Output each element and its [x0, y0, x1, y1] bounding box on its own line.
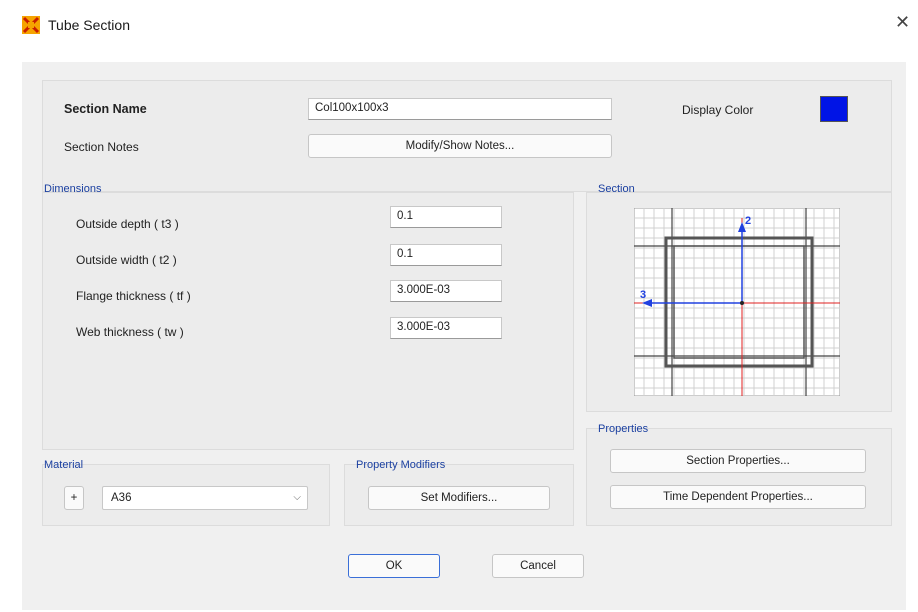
- properties-group-label: Properties: [598, 423, 649, 435]
- display-color-swatch[interactable]: [820, 96, 848, 122]
- section-drawing: 2 3: [634, 208, 840, 396]
- time-dependent-properties-button[interactable]: Time Dependent Properties...: [610, 485, 866, 509]
- outside-width-input[interactable]: 0.1: [390, 244, 502, 266]
- dialog-body: Section Name Col100x100x3 Display Color …: [22, 62, 906, 610]
- section-name-label: Section Name: [64, 102, 147, 116]
- display-color-label: Display Color: [682, 103, 754, 117]
- modify-show-notes-button[interactable]: Modify/Show Notes...: [308, 134, 612, 158]
- ok-button[interactable]: OK: [348, 554, 440, 578]
- web-thickness-input[interactable]: 3.000E-03: [390, 317, 502, 339]
- outside-width-label: Outside width ( t2 ): [76, 253, 177, 267]
- set-modifiers-button[interactable]: Set Modifiers...: [368, 486, 550, 510]
- properties-panel: [586, 428, 892, 526]
- material-group-label: Material: [44, 459, 84, 471]
- axis-2-label: 2: [745, 215, 751, 227]
- outside-depth-input[interactable]: 0.1: [390, 206, 502, 228]
- window-title: Tube Section: [48, 17, 130, 33]
- axis-3-label: 3: [640, 289, 646, 301]
- section-properties-button[interactable]: Section Properties...: [610, 449, 866, 473]
- section-name-input[interactable]: Col100x100x3: [308, 98, 612, 120]
- outside-depth-label: Outside depth ( t3 ): [76, 217, 179, 231]
- add-material-button[interactable]: +: [64, 486, 84, 510]
- chevron-down-icon: ⌵: [293, 492, 301, 503]
- title-bar: [0, 0, 918, 48]
- flange-thickness-input[interactable]: 3.000E-03: [390, 280, 502, 302]
- app-logo-icon: [22, 16, 40, 34]
- section-group-label: Section: [598, 183, 635, 195]
- property-modifiers-group-label: Property Modifiers: [356, 459, 446, 471]
- cancel-button[interactable]: Cancel: [492, 554, 584, 578]
- web-thickness-label: Web thickness ( tw ): [76, 325, 184, 339]
- flange-thickness-label: Flange thickness ( tf ): [76, 289, 191, 303]
- dimensions-group-label: Dimensions: [44, 183, 102, 195]
- material-select[interactable]: A36 ⌵: [102, 486, 308, 510]
- section-notes-label: Section Notes: [64, 140, 139, 154]
- close-icon[interactable]: ✕: [895, 12, 910, 33]
- material-selected-value: A36: [111, 492, 132, 504]
